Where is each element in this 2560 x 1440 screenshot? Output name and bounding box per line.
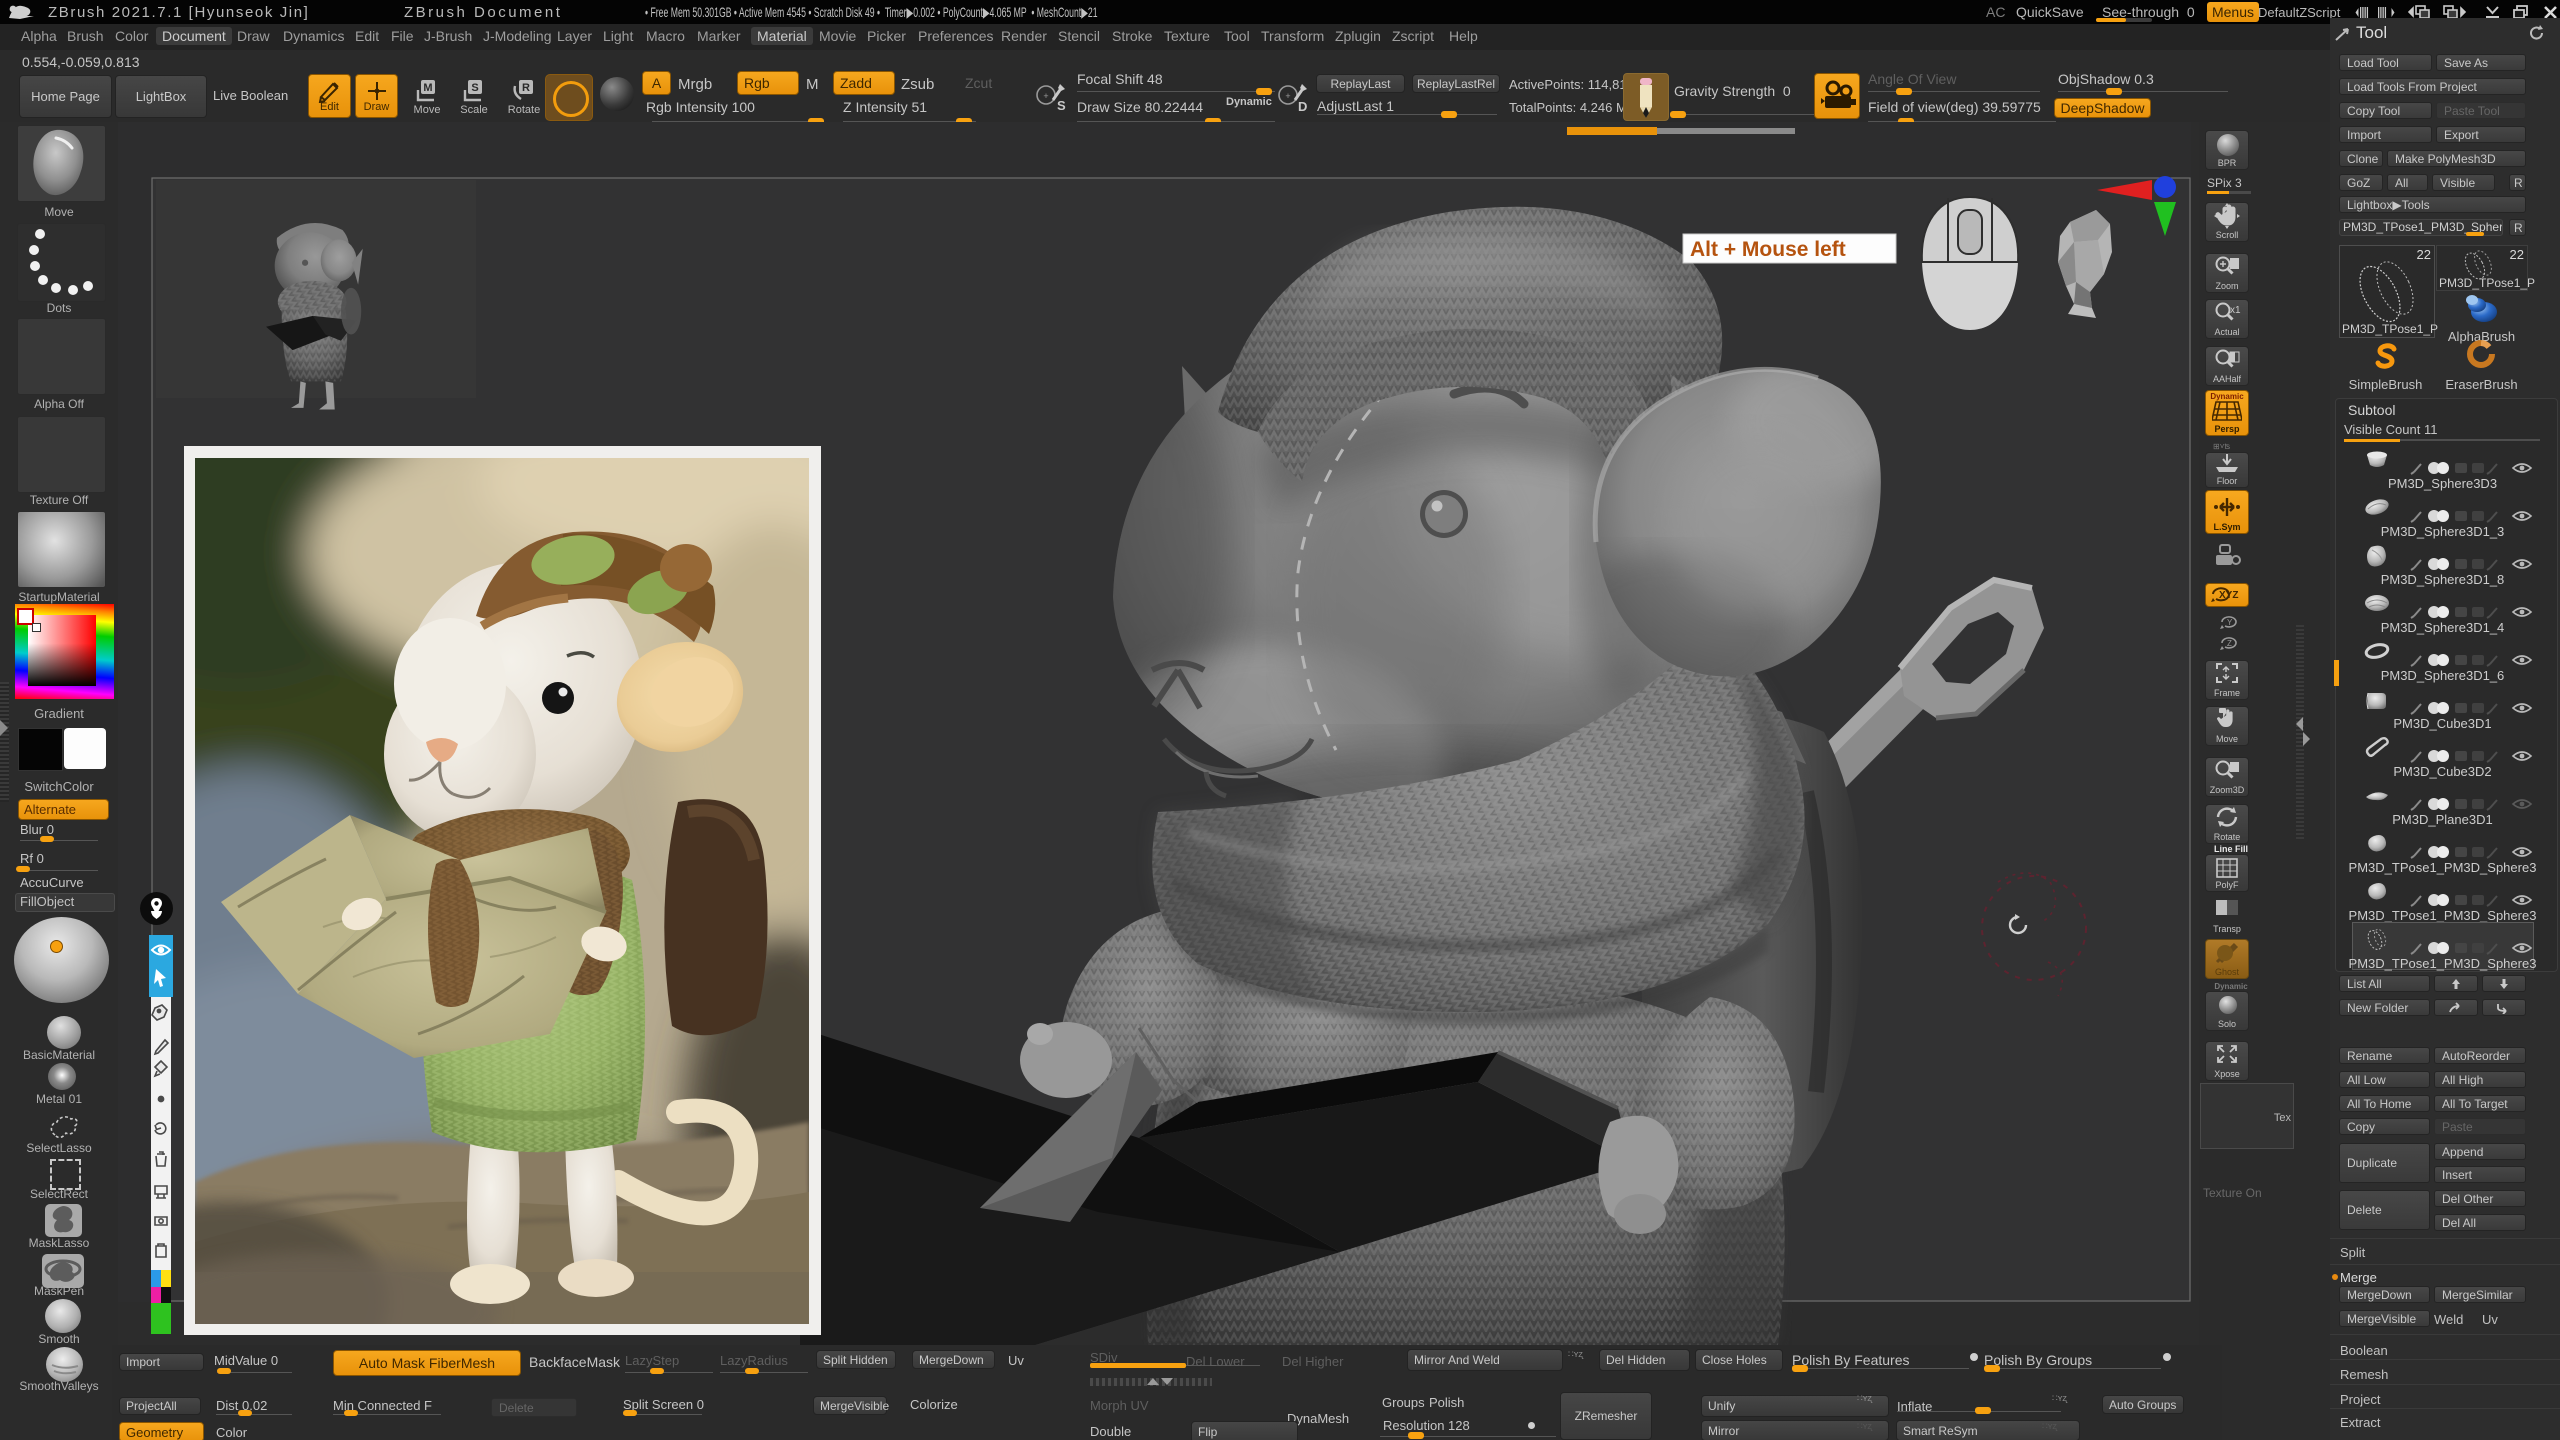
svg-text:Alt + Mouse left: Alt + Mouse left [1690, 238, 1846, 261]
svg-text:+: + [1285, 91, 1290, 101]
svg-text:D: D [1298, 99, 1307, 114]
svg-text:R: R [522, 82, 530, 94]
svg-text:XYZ: XYZ [2219, 590, 2238, 601]
svg-text:+: + [1043, 91, 1048, 101]
svg-text:Z: Z [2227, 639, 2232, 648]
svg-text:S: S [1057, 98, 1066, 113]
svg-text:x1: x1 [2230, 305, 2241, 316]
svg-text:M: M [423, 82, 432, 94]
svg-text:S: S [471, 82, 478, 94]
svg-text:Y: Y [2227, 618, 2233, 627]
